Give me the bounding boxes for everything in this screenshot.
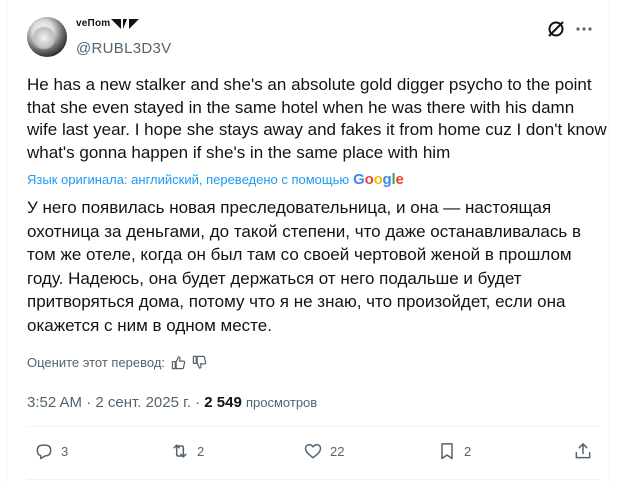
reply-icon: [36, 444, 52, 460]
views-count: 2 549: [204, 394, 242, 411]
tweet-meta: 3:52 AM · 2 сент. 2025 г. · 2 549 просмо…: [27, 394, 317, 411]
retweet-count: 2: [197, 443, 205, 459]
bookmark-button[interactable]: 2: [437, 441, 471, 461]
triangle-flag-icons: [111, 19, 139, 29]
like-count: 22: [330, 443, 345, 459]
avatar[interactable]: [27, 17, 67, 57]
more-options-icon[interactable]: [574, 19, 594, 39]
retweet-icon: [173, 444, 187, 458]
translation-label: Язык оригинала: английский, переведено с…: [27, 172, 350, 187]
translation-attribution[interactable]: Язык оригинала: английский, переведено с…: [27, 171, 404, 188]
meta-separator: ·: [86, 394, 92, 411]
meta-separator: ·: [195, 394, 201, 411]
display-name[interactable]: veΠom: [76, 18, 110, 29]
retweet-button[interactable]: 2: [170, 441, 204, 461]
google-logo: Google: [353, 171, 404, 188]
reply-count: 3: [61, 443, 69, 459]
divider: [27, 479, 599, 480]
reply-button[interactable]: 3: [34, 441, 68, 461]
grok-icon[interactable]: [546, 19, 566, 39]
action-bar: 3 2 22 2: [27, 441, 599, 465]
author-handle[interactable]: @RUBL3D3V: [76, 40, 171, 57]
share-button[interactable]: [573, 441, 593, 461]
tweet-time[interactable]: 3:52 AM: [27, 394, 82, 411]
rate-label: Оцените этот перевод:: [27, 355, 166, 370]
tweet-card: veΠom @RUBL3D3V He has a new stalker and…: [6, 0, 610, 483]
translated-text: У него появилась новая преследовательниц…: [27, 198, 581, 335]
rate-translation: Оцените этот перевод:: [27, 355, 207, 370]
bookmark-count: 2: [464, 443, 472, 459]
thumbs-down-icon[interactable]: [192, 355, 207, 370]
tweet-date[interactable]: 2 сент. 2025 г.: [95, 394, 191, 411]
share-icon: [575, 443, 591, 459]
heart-icon: [304, 443, 322, 459]
like-button[interactable]: 22: [303, 441, 344, 461]
bookmark-icon: [441, 443, 453, 460]
thumbs-up-icon[interactable]: [171, 355, 186, 370]
divider: [27, 426, 599, 427]
tweet-text: He has a new stalker and she's an absolu…: [27, 75, 607, 162]
views-label: просмотров: [245, 395, 318, 410]
